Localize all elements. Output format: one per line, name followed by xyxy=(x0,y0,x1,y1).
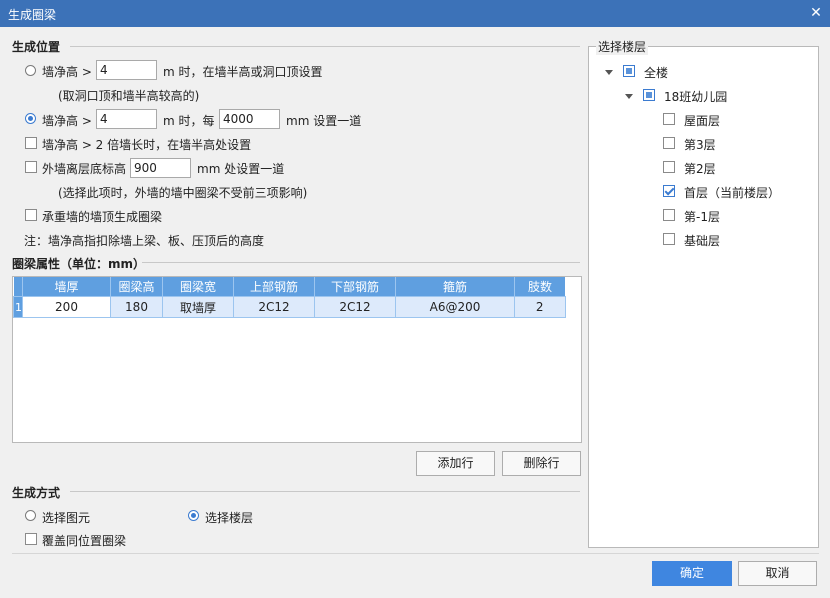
cell-bottom-rebar[interactable]: 2C12 xyxy=(314,296,396,318)
title-bar: 生成圈梁 ✕ xyxy=(0,0,830,27)
floor-label-roof: 屋面层 xyxy=(684,114,721,128)
opt1-radio[interactable] xyxy=(25,65,36,76)
footer-separator xyxy=(12,553,819,554)
table-row[interactable]: 1 200 180 取墙厚 2C12 2C12 A6@200 2 xyxy=(13,296,566,318)
col-wall-thickness[interactable]: 墙厚 xyxy=(22,277,111,297)
opt2-interval-input[interactable]: 4000 xyxy=(219,109,280,129)
opt2-mid: m 时，每 xyxy=(163,114,215,128)
footnote: 注：墙净高指扣除墙上梁、板、压顶后的高度 xyxy=(24,234,265,248)
overwrite-label: 覆盖同位置圈梁 xyxy=(42,534,127,548)
beam-props-table: 墙厚 圈梁高 圈梁宽 上部钢筋 下部钢筋 箍筋 肢数 1 200 180 取墙厚… xyxy=(13,277,566,318)
col-beam-height[interactable]: 圈梁高 xyxy=(110,277,163,297)
floor-checkbox-minus1[interactable] xyxy=(663,209,675,221)
floor-checkbox-2[interactable] xyxy=(663,161,675,173)
floor-checkbox-foundation[interactable] xyxy=(663,233,675,245)
beam-props-table-panel: 墙厚 圈梁高 圈梁宽 上部钢筋 下部钢筋 箍筋 肢数 1 200 180 取墙厚… xyxy=(12,276,582,443)
window-title: 生成圈梁 xyxy=(8,8,57,22)
opt2-label: 墙净高 > xyxy=(42,114,92,128)
props-section-title: 圈梁属性（单位：mm） xyxy=(12,257,146,271)
opt2-height-input[interactable]: 4 xyxy=(96,109,157,129)
opt1-label: 墙净高 > xyxy=(42,65,92,79)
position-section-title: 生成位置 xyxy=(12,40,61,54)
opt1-height-input[interactable]: 4 xyxy=(96,60,157,80)
cell-top-rebar[interactable]: 2C12 xyxy=(233,296,315,318)
floor-section-title: 选择楼层 xyxy=(596,38,649,55)
table-header-row: 墙厚 圈梁高 圈梁宽 上部钢筋 下部钢筋 箍筋 肢数 xyxy=(13,277,565,297)
floor-label-2: 第2层 xyxy=(684,162,716,176)
opt4-checkbox[interactable] xyxy=(25,161,37,173)
opt4-suffix: mm 处设置一道 xyxy=(197,162,285,176)
floor-label-foundation: 基础层 xyxy=(684,234,721,248)
opt3-label: 墙净高 > 2 倍墙长时，在墙半高处设置 xyxy=(42,138,252,152)
opt4-note: (选择此项时，外墙的墙中圈梁不受前三项影响) xyxy=(58,186,308,200)
opt5-checkbox[interactable] xyxy=(25,209,37,221)
all-floors-label: 全楼 xyxy=(644,66,669,80)
method-section-title: 生成方式 xyxy=(12,486,61,500)
cell-stirrup[interactable]: A6@200 xyxy=(395,296,515,318)
opt4-label: 外墙离层底标高 xyxy=(42,162,127,176)
row-number: 1 xyxy=(13,296,23,318)
opt1-note: (取洞口顶和墙半高较高的) xyxy=(58,89,200,103)
floor-label-3: 第3层 xyxy=(684,138,716,152)
col-bottom-rebar[interactable]: 下部钢筋 xyxy=(314,277,396,297)
cell-wall-thickness[interactable]: 200 xyxy=(22,296,111,318)
cancel-button[interactable]: 取消 xyxy=(738,561,817,586)
col-legs[interactable]: 肢数 xyxy=(514,277,565,297)
cell-beam-width[interactable]: 取墙厚 xyxy=(162,296,234,318)
col-top-rebar[interactable]: 上部钢筋 xyxy=(233,277,315,297)
delete-row-button[interactable]: 删除行 xyxy=(502,451,581,476)
close-icon[interactable]: ✕ xyxy=(806,3,826,23)
add-row-button[interactable]: 添加行 xyxy=(416,451,495,476)
col-beam-width[interactable]: 圈梁宽 xyxy=(162,277,234,297)
tree-collapse-icon[interactable] xyxy=(625,94,633,99)
select-element-label: 选择图元 xyxy=(42,511,91,525)
opt1-suffix: m 时，在墙半高或洞口顶设置 xyxy=(163,65,323,79)
all-floors-checkbox[interactable] xyxy=(623,65,635,77)
opt2-radio[interactable] xyxy=(25,113,36,124)
select-element-radio[interactable] xyxy=(25,510,36,521)
opt5-label: 承重墙的墙顶生成圈梁 xyxy=(42,210,163,224)
floor-checkbox-1[interactable] xyxy=(663,185,675,197)
opt2-suffix: mm 设置一道 xyxy=(286,114,362,128)
floor-label-minus1: 第-1层 xyxy=(684,210,720,224)
select-floor-label: 选择楼层 xyxy=(205,511,254,525)
position-separator xyxy=(70,46,580,47)
ok-button[interactable]: 确定 xyxy=(652,561,732,586)
props-separator xyxy=(142,262,580,263)
floor-checkbox-3[interactable] xyxy=(663,137,675,149)
row-number-header xyxy=(13,277,23,297)
project-label: 18班幼儿园 xyxy=(664,90,728,104)
method-separator xyxy=(70,491,580,492)
overwrite-checkbox[interactable] xyxy=(25,533,37,545)
cell-beam-height[interactable]: 180 xyxy=(110,296,163,318)
tree-collapse-icon[interactable] xyxy=(605,70,613,75)
cell-legs[interactable]: 2 xyxy=(514,296,566,318)
col-stirrup[interactable]: 箍筋 xyxy=(395,277,515,297)
project-checkbox[interactable] xyxy=(643,89,655,101)
floor-checkbox-roof[interactable] xyxy=(663,113,675,125)
floor-label-1: 首层（当前楼层） xyxy=(684,186,781,200)
select-floor-radio[interactable] xyxy=(188,510,199,521)
opt3-checkbox[interactable] xyxy=(25,137,37,149)
opt4-elevation-input[interactable]: 900 xyxy=(130,158,191,178)
